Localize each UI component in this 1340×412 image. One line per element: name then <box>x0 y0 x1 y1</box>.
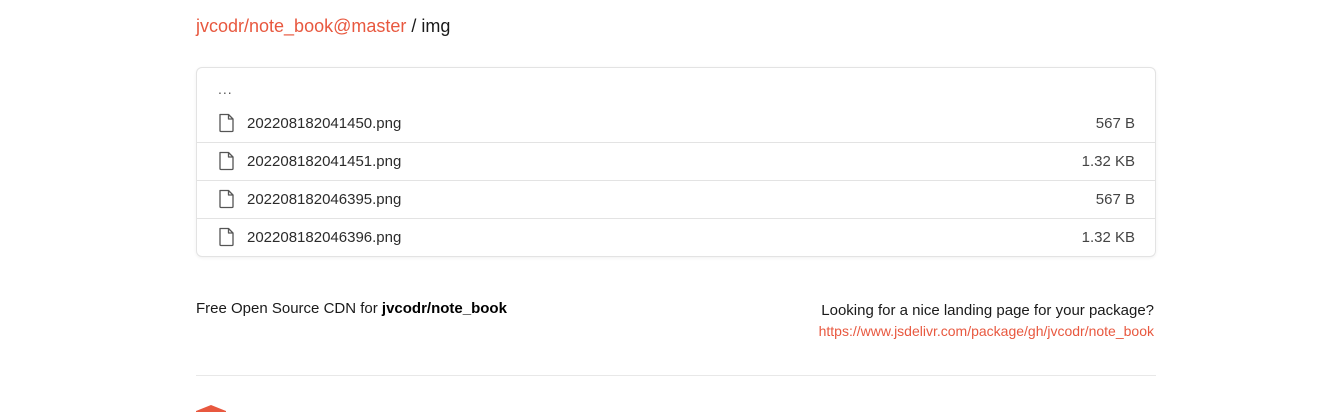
breadcrumb-separator: / <box>411 16 417 36</box>
parent-directory-row[interactable]: ... <box>197 68 1155 105</box>
breadcrumb: jvcodr/note_book@master / img <box>196 15 450 37</box>
file-icon <box>219 227 234 246</box>
footer-cdn-text: Free Open Source CDN for jvcodr/note_boo… <box>196 300 507 318</box>
footer-landing: Looking for a nice landing page for your… <box>819 300 1154 342</box>
file-size: 567 B <box>1095 115 1135 132</box>
file-size: 1.32 KB <box>1081 229 1135 246</box>
file-name-link[interactable]: 202208182041450.png <box>247 115 1096 132</box>
file-row[interactable]: 202208182041450.png 567 B <box>197 105 1155 142</box>
file-name-link[interactable]: 202208182046396.png <box>247 229 1082 246</box>
jsdelivr-logo-icon <box>196 405 226 412</box>
file-size: 567 B <box>1095 191 1135 208</box>
footer-landing-question: Looking for a nice landing page for your… <box>821 302 1154 319</box>
file-name-link[interactable]: 202208182046395.png <box>247 191 1096 208</box>
footer-landing-link[interactable]: https://www.jsdelivr.com/package/gh/jvco… <box>819 323 1154 339</box>
file-size: 1.32 KB <box>1081 153 1135 170</box>
footer-cdn-prefix: Free Open Source CDN for <box>196 300 382 317</box>
file-row[interactable]: 202208182041451.png 1.32 KB <box>197 142 1155 180</box>
footer-divider <box>196 375 1156 376</box>
file-icon <box>219 189 234 208</box>
file-row[interactable]: 202208182046396.png 1.32 KB <box>197 218 1155 256</box>
file-icon <box>219 151 234 170</box>
file-icon <box>219 113 234 132</box>
footer-cdn-repo: jvcodr/note_book <box>381 300 507 317</box>
file-list: ... 202208182041450.png 567 B 202208182041… <box>196 67 1156 257</box>
parent-directory-link[interactable]: ... <box>218 81 233 97</box>
breadcrumb-current: img <box>421 16 451 36</box>
file-row[interactable]: 202208182046395.png 567 B <box>197 180 1155 218</box>
breadcrumb-repo-link[interactable]: jvcodr/note_book@master <box>196 16 406 36</box>
file-name-link[interactable]: 202208182041451.png <box>247 153 1082 170</box>
